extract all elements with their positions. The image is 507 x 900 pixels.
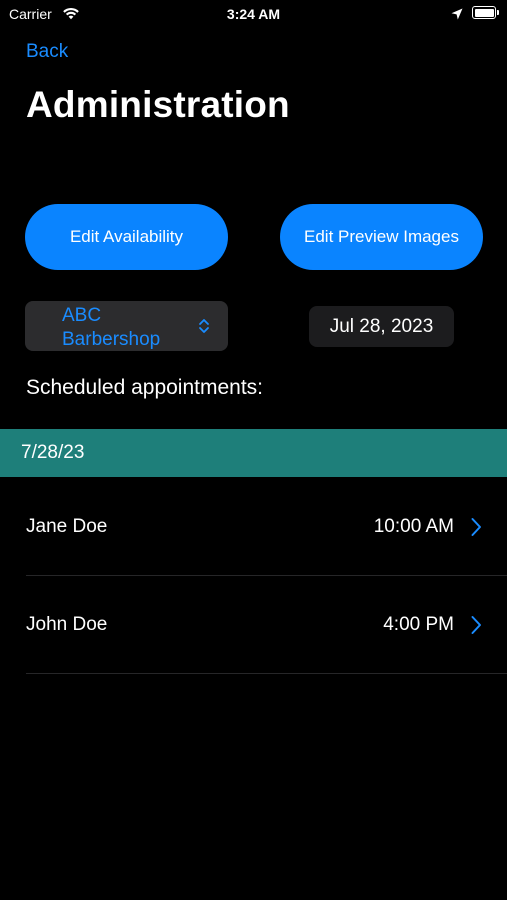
appointment-row-jane-doe[interactable]: Jane Doe 10:00 AM <box>0 479 507 575</box>
status-bar: Carrier 3:24 AM <box>0 0 507 30</box>
chevron-right-icon <box>470 615 482 640</box>
date-section-label: 7/28/23 <box>21 442 85 463</box>
appointment-time: 4:00 PM <box>383 614 454 635</box>
appointment-name: Jane Doe <box>26 516 108 537</box>
back-button[interactable]: Back <box>26 41 68 63</box>
scheduled-appointments-label: Scheduled appointments: <box>26 376 263 399</box>
row-divider <box>26 575 507 576</box>
row-divider <box>26 673 507 674</box>
appointment-name: John Doe <box>26 614 108 635</box>
status-clock: 3:24 AM <box>226 6 281 22</box>
date-picker[interactable]: Jul 28, 2023 <box>309 306 454 347</box>
chevron-right-icon <box>470 517 482 542</box>
edit-availability-button[interactable]: Edit Availability <box>25 204 228 270</box>
chevron-up-down-icon <box>198 318 210 339</box>
edit-preview-images-button[interactable]: Edit Preview Images <box>280 204 483 270</box>
battery-tip <box>497 10 499 15</box>
shop-picker[interactable]: ABC Barbershop <box>25 301 228 351</box>
appointment-row-john-doe[interactable]: John Doe 4:00 PM <box>0 577 507 673</box>
shop-picker-value: ABC Barbershop <box>62 305 161 350</box>
date-section-header: 7/28/23 <box>0 429 507 477</box>
battery-level <box>474 8 494 17</box>
battery-icon <box>472 6 496 19</box>
appointment-time: 10:00 AM <box>373 516 454 537</box>
page-title: Administration <box>26 84 290 125</box>
location-arrow-icon <box>451 7 463 25</box>
